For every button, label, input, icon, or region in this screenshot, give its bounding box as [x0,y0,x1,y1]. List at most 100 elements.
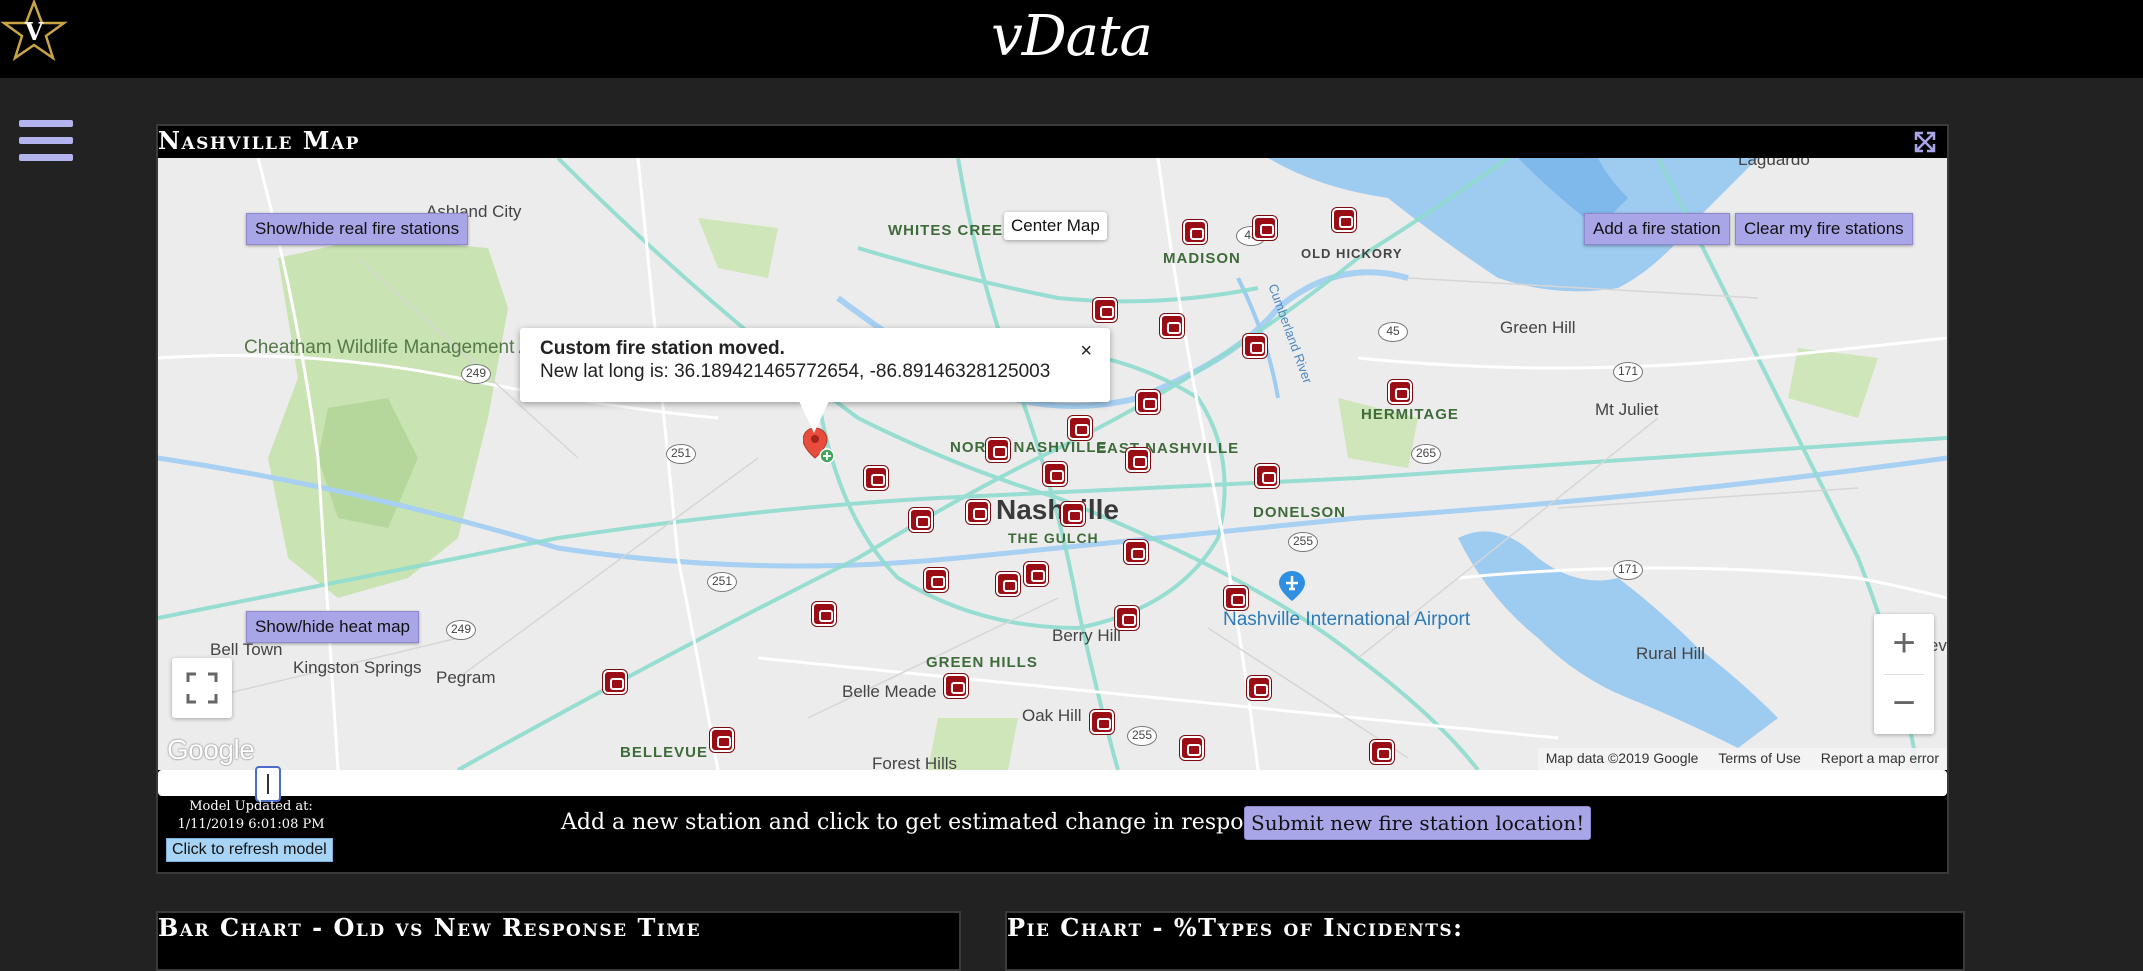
fire-station-marker[interactable] [1090,710,1114,734]
highway-shield: 45 [1378,322,1408,342]
highway-shield: 255 [1288,532,1318,552]
hamburger-menu-icon[interactable] [19,120,73,162]
label-old-hickory: OLD HICKORY [1301,246,1403,261]
fire-station-marker[interactable] [1126,448,1150,472]
zoom-out-button[interactable]: − [1874,674,1934,734]
zoom-control: + − [1874,614,1934,734]
fire-station-marker[interactable] [710,728,734,752]
toggle-real-stations-button[interactable]: Show/hide real fire stations [246,213,469,245]
fire-station-marker[interactable] [1255,464,1279,488]
info-window-title: Custom fire station moved. [540,338,785,359]
highway-shield: 249 [446,620,476,640]
info-window-message: New lat long is: 36.189421465772654, -86… [540,361,1051,382]
label-mt-juliet: Mt Juliet [1595,400,1659,419]
toggle-heat-map-button[interactable]: Show/hide heat map [246,611,419,643]
map-controls-row: Model Updated at: 1/11/2019 6:01:08 PM C… [158,798,1947,872]
model-update-info: Model Updated at: 1/11/2019 6:01:08 PM [166,798,336,834]
label-the-gulch: THE GULCH [1008,530,1099,546]
label-pegram: Pegram [436,668,496,687]
label-belle-meade: Belle Meade [842,682,937,701]
fire-station-marker[interactable] [1247,676,1271,700]
label-green-hills: GREEN HILLS [926,654,1038,671]
highway-shield: 171 [1613,362,1643,382]
expand-arrows-icon[interactable] [1913,130,1937,154]
fire-station-marker[interactable] [1332,208,1356,232]
add-station-instructions: Add a new station and click to get estim… [561,810,1347,835]
fire-station-marker[interactable] [1160,314,1184,338]
highway-shield: 251 [707,572,737,592]
fire-station-marker[interactable] [1183,220,1207,244]
app-title: vData [991,4,1153,69]
fire-station-marker[interactable] [909,508,933,532]
fire-station-marker[interactable] [1043,462,1067,486]
fire-station-marker[interactable] [996,572,1020,596]
fullscreen-icon [186,672,218,704]
label-laguardo: Laguardo [1738,158,1810,169]
label-hermitage: HERMITAGE [1361,406,1459,423]
fire-station-marker[interactable] [1068,416,1092,440]
label-madison: MADISON [1163,250,1241,267]
label-bell-town: Bell Town [210,640,283,659]
refresh-model-button[interactable]: Click to refresh model [166,838,333,862]
center-map-button[interactable]: Center Map [1004,212,1107,240]
map-panel: Nashville Map Ashland City WHITES CREEK … [156,124,1949,874]
info-window-tail [799,401,829,433]
fire-station-marker[interactable] [986,438,1010,462]
fire-station-marker[interactable] [1224,586,1248,610]
label-cheatham-wma: Cheatham Wildlife Management Area [244,337,559,358]
top-bar: V vData [0,0,2143,78]
label-east-nashville: EAST NASHVILLE [1096,440,1240,457]
fire-station-marker[interactable] [1093,298,1117,322]
map-data-credit: Map data ©2019 Google [1545,750,1699,766]
map-canvas[interactable]: Ashland City WHITES CREEK MADISON OLD HI… [158,158,1947,770]
label-oak-hill: Oak Hill [1022,706,1082,725]
airport-icon [1279,571,1305,601]
fire-station-marker[interactable] [603,670,627,694]
fire-station-marker[interactable] [1253,216,1277,240]
label-whites-creek: WHITES CREEK [888,222,1016,239]
map-panel-title: Nashville Map [158,126,1947,156]
fire-station-marker[interactable] [924,568,948,592]
model-updated-time: 1/11/2019 6:01:08 PM [177,817,325,832]
label-airport: Nashville International Airport [1223,609,1471,630]
report-map-error-link[interactable]: Report a map error [1821,750,1939,766]
fire-station-marker[interactable] [1136,390,1160,414]
time-slider-handle[interactable] [255,766,281,802]
fire-station-marker[interactable] [1180,736,1204,760]
fire-station-marker[interactable] [864,466,888,490]
fire-station-marker[interactable] [1370,740,1394,764]
label-berry-hill: Berry Hill [1052,626,1121,645]
model-updated-label: Model Updated at: [189,799,313,814]
bar-chart-title: Bar Chart - Old vs New Response Time [158,913,959,943]
highway-shield: 255 [1127,726,1157,746]
highway-shield: 265 [1411,444,1441,464]
time-slider-track[interactable] [158,770,1947,796]
highway-shield: 171 [1613,560,1643,580]
label-green-hill: Green Hill [1500,318,1576,337]
fire-station-marker[interactable] [944,674,968,698]
label-bellevue: BELLEVUE [620,744,709,761]
label-kingston-springs: Kingston Springs [293,658,422,677]
fire-station-marker[interactable] [1124,540,1148,564]
fire-station-marker[interactable] [1061,502,1085,526]
pie-chart-title: Pie Chart - %Types of Incidents: [1007,913,1963,943]
info-window: Custom fire station moved. New lat long … [520,328,1110,402]
add-station-button[interactable]: Add a fire station [1584,213,1730,245]
highway-shield: 249 [461,364,491,384]
label-nashville: Nashville [996,494,1119,525]
fire-station-marker[interactable] [1388,380,1412,404]
zoom-in-button[interactable]: + [1874,614,1934,674]
map-attribution: Map data ©2019 Google Terms of Use Repor… [1537,748,1947,770]
terms-of-use-link[interactable]: Terms of Use [1718,750,1800,766]
submit-station-button[interactable]: Submit new fire station location! [1244,806,1592,840]
clear-stations-button[interactable]: Clear my fire stations [1735,213,1913,245]
bar-chart-panel: Bar Chart - Old vs New Response Time [156,911,961,971]
fullscreen-button[interactable] [172,658,232,718]
fire-station-marker[interactable] [1024,562,1048,586]
close-icon[interactable]: × [1080,340,1092,363]
fire-station-marker[interactable] [966,500,990,524]
fire-station-marker[interactable] [812,602,836,626]
fire-station-marker[interactable] [1115,606,1139,630]
fire-station-marker[interactable] [1243,334,1267,358]
google-logo[interactable]: Google [167,734,255,766]
